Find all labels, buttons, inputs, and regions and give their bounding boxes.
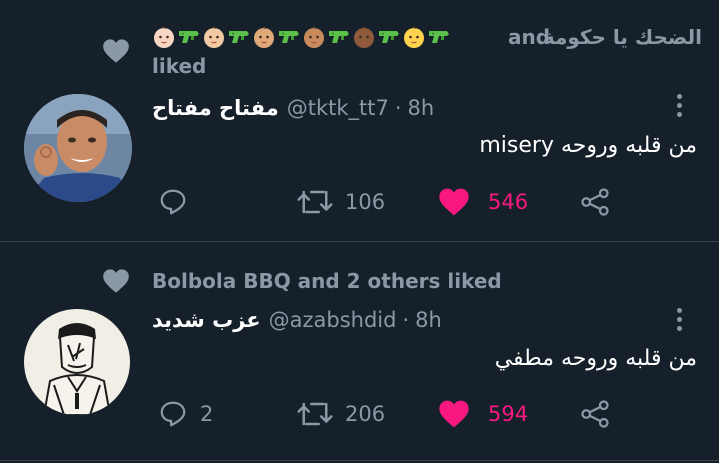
timestamp[interactable]: 8h: [408, 96, 435, 120]
avatar[interactable]: [24, 309, 130, 415]
water-pistol-icon: [329, 31, 349, 43]
baby-face-icon: [404, 26, 424, 48]
reply-button[interactable]: 2: [158, 399, 213, 429]
avatar[interactable]: [24, 94, 132, 202]
tweet[interactable]: and الضحك يا حكومة liked مفتاح مفتاح @tk…: [0, 0, 719, 241]
reply-icon: [160, 189, 186, 215]
water-pistol-icon: [229, 31, 249, 43]
like-button[interactable]: 546: [438, 187, 528, 217]
social-context-liker[interactable]: الضحك يا حكومة: [543, 25, 702, 49]
baby-face-icon: [254, 26, 274, 48]
like-count: 594: [488, 402, 529, 426]
liked-heart-icon: [103, 39, 129, 63]
timestamp[interactable]: 8h: [415, 308, 442, 332]
display-name[interactable]: عزب شديد: [152, 308, 261, 332]
baby-face-icon: [304, 26, 324, 48]
separator-dot: ·: [394, 96, 402, 120]
retweet-button[interactable]: 106: [297, 187, 385, 217]
reply-count: 2: [200, 402, 214, 426]
retweet-button[interactable]: 206: [297, 399, 385, 429]
avatar-photo: [24, 94, 132, 202]
tweet[interactable]: Bolbola BBQ and 2 others liked عزب شديد …: [0, 242, 719, 463]
user-handle[interactable]: @tktk_tt7: [287, 96, 389, 120]
heart-icon: [439, 188, 469, 216]
liked-heart-icon: [103, 269, 129, 293]
tweet-text: من قلبه وروحه مطفي: [494, 346, 697, 371]
reply-icon: [160, 401, 186, 427]
separator-dot: ·: [402, 308, 410, 332]
share-icon: [581, 400, 609, 428]
more-icon[interactable]: [677, 308, 683, 335]
retweet-icon: [297, 402, 333, 426]
like-button[interactable]: 594: [438, 399, 528, 429]
display-name[interactable]: مفتاح مفتاح: [152, 96, 279, 120]
tweet-text: من قلبه وروحه misery: [479, 133, 697, 158]
retweet-count: 206: [345, 402, 386, 426]
water-pistol-icon: [429, 31, 449, 43]
baby-face-icon: [354, 26, 374, 48]
share-icon: [581, 188, 609, 216]
share-button[interactable]: [580, 187, 610, 217]
water-pistol-icon: [279, 31, 299, 43]
social-context[interactable]: Bolbola BBQ and 2 others liked: [152, 269, 502, 293]
baby-face-icon: [204, 26, 224, 48]
avatar-illustration: [24, 309, 130, 415]
like-count: 546: [488, 190, 529, 214]
water-pistol-icon: [179, 31, 199, 43]
water-pistol-icon: [379, 31, 399, 43]
more-icon[interactable]: [677, 94, 683, 121]
reply-button[interactable]: [158, 187, 200, 217]
share-button[interactable]: [580, 399, 610, 429]
user-handle[interactable]: @azabshdid: [269, 308, 397, 332]
social-context-liked: liked: [152, 54, 207, 78]
heart-icon: [439, 400, 469, 428]
baby-face-icon: [154, 26, 174, 48]
divider: [0, 460, 719, 461]
social-context-emoji: [152, 25, 451, 49]
retweet-count: 106: [345, 190, 386, 214]
retweet-icon: [297, 190, 333, 214]
